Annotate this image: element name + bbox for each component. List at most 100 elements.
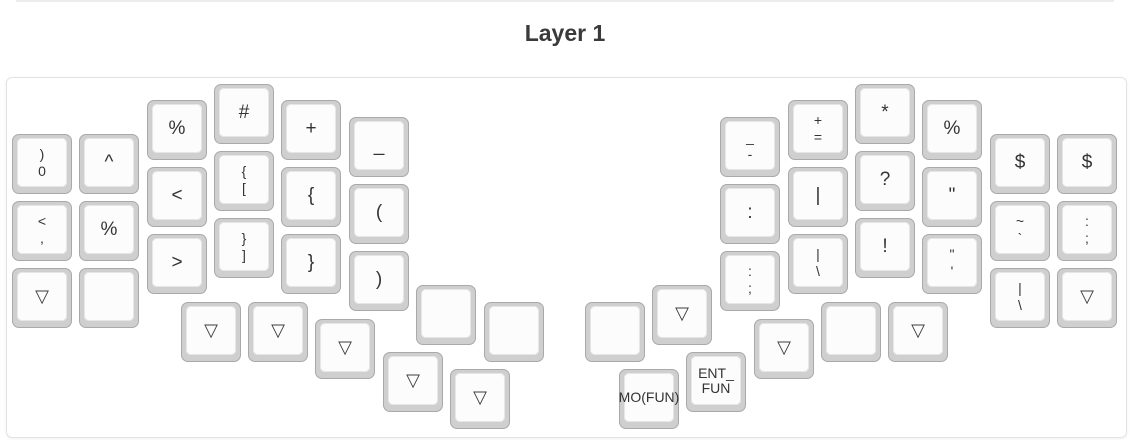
transparent-key: ▽ xyxy=(888,302,948,362)
key: | \ xyxy=(788,234,848,294)
key-legend: > xyxy=(171,251,183,273)
key: | \ xyxy=(990,268,1050,328)
key-legend: 0 xyxy=(38,162,46,179)
keycap: ▽ xyxy=(893,306,943,355)
key-legend: ^ xyxy=(104,151,114,173)
transparent-triangle-icon: ▽ xyxy=(911,320,925,341)
key-legend: { xyxy=(241,162,247,179)
transparent-triangle-icon: ▽ xyxy=(338,337,352,358)
transparent-triangle-icon: ▽ xyxy=(473,387,487,408)
keycap xyxy=(421,289,471,338)
key: }] xyxy=(214,218,274,278)
keycap xyxy=(84,272,134,321)
key-legend: | xyxy=(1018,279,1022,296)
key: > xyxy=(147,234,207,294)
top-divider xyxy=(16,0,1114,2)
keycap: ) 0 xyxy=(17,138,67,187)
key-legend: ] xyxy=(242,246,246,263)
transparent-key: ▽ xyxy=(315,319,375,379)
keycap: | \ xyxy=(995,272,1045,321)
keycap: % xyxy=(84,205,134,254)
key: { xyxy=(281,167,341,227)
keycap: :; xyxy=(725,255,775,304)
keycap: ^ xyxy=(84,138,134,187)
key-legend: MO(FUN) xyxy=(618,389,680,406)
key: <, xyxy=(12,201,72,261)
keycap: # xyxy=(219,88,269,137)
key: ! xyxy=(855,218,915,278)
key-legend: ) xyxy=(375,268,383,290)
key-legend: : xyxy=(747,201,753,223)
keycap: ENT_ FUN xyxy=(691,356,741,405)
blank-key xyxy=(484,302,544,362)
key: $ xyxy=(990,134,1050,194)
key: # xyxy=(214,84,274,144)
keycap: <, xyxy=(17,205,67,254)
key-legend: ; xyxy=(748,279,752,296)
key-legend: _ xyxy=(746,128,754,145)
blank-key xyxy=(585,302,645,362)
key-legend: FUN xyxy=(701,379,731,396)
keycap: " xyxy=(927,171,977,220)
key-legend: , xyxy=(40,229,44,246)
key: % xyxy=(147,100,207,160)
layer-title: Layer 1 xyxy=(524,20,606,46)
key-legend: } xyxy=(307,251,315,273)
transparent-triangle-icon: ▽ xyxy=(406,370,420,391)
key-legend: ! xyxy=(882,235,888,257)
key-legend: | xyxy=(815,184,821,206)
transparent-triangle-icon: ▽ xyxy=(271,320,285,341)
keycap: ▽ xyxy=(388,356,438,405)
transparent-key: ▽ xyxy=(754,319,814,379)
key-legend: * xyxy=(881,101,889,123)
keycap: < xyxy=(152,171,202,220)
keycap: ▽ xyxy=(320,323,370,372)
key: < xyxy=(147,167,207,227)
key-legend: } xyxy=(241,229,247,246)
keycap: > xyxy=(152,238,202,287)
key: :; xyxy=(720,251,780,311)
key-legend: [ xyxy=(242,179,246,196)
key: ) 0 xyxy=(12,134,72,194)
blank-key xyxy=(79,268,139,328)
keycap: MO(FUN) xyxy=(619,373,679,422)
key: + xyxy=(281,100,341,160)
key-legend: " xyxy=(949,245,955,262)
key-legend: \ xyxy=(816,262,820,279)
key: ^ xyxy=(79,134,139,194)
transparent-key: ▽ xyxy=(248,302,308,362)
key: ~ ` xyxy=(990,201,1050,261)
keycap: {[ xyxy=(219,155,269,204)
key-legend: \ xyxy=(1018,296,1022,313)
keycap xyxy=(489,306,539,355)
transparent-triangle-icon: ▽ xyxy=(1080,286,1094,307)
key-legend: ? xyxy=(879,168,891,190)
key-legend: { xyxy=(307,184,315,206)
key-legend: + xyxy=(813,111,823,128)
keycap xyxy=(826,306,876,355)
key-legend: : xyxy=(1085,212,1089,229)
keycap: ▽ xyxy=(253,306,303,355)
keycap: : xyxy=(725,188,775,237)
keycap: _ xyxy=(354,121,404,170)
transparent-key: ▽ xyxy=(1057,268,1117,328)
keycap: $ xyxy=(995,138,1045,187)
blank-key xyxy=(416,285,476,345)
transparent-triangle-icon: ▽ xyxy=(35,286,49,307)
key-legend: % xyxy=(943,117,961,139)
key: : xyxy=(720,184,780,244)
key: :; xyxy=(1057,201,1117,261)
key-legend: % xyxy=(100,218,118,240)
keycap: ▽ xyxy=(455,373,505,422)
keycap xyxy=(590,306,640,355)
transparent-key: ▽ xyxy=(181,302,241,362)
transparent-triangle-icon: ▽ xyxy=(204,320,218,341)
key: MO(FUN) xyxy=(619,369,679,429)
key-legend: ( xyxy=(375,201,383,223)
key: % xyxy=(79,201,139,261)
keycap: ▽ xyxy=(186,306,236,355)
keycap: ) xyxy=(354,255,404,304)
key: _ xyxy=(349,117,409,177)
key-legend: ~ xyxy=(1015,212,1025,229)
key-legend: = xyxy=(813,128,823,145)
